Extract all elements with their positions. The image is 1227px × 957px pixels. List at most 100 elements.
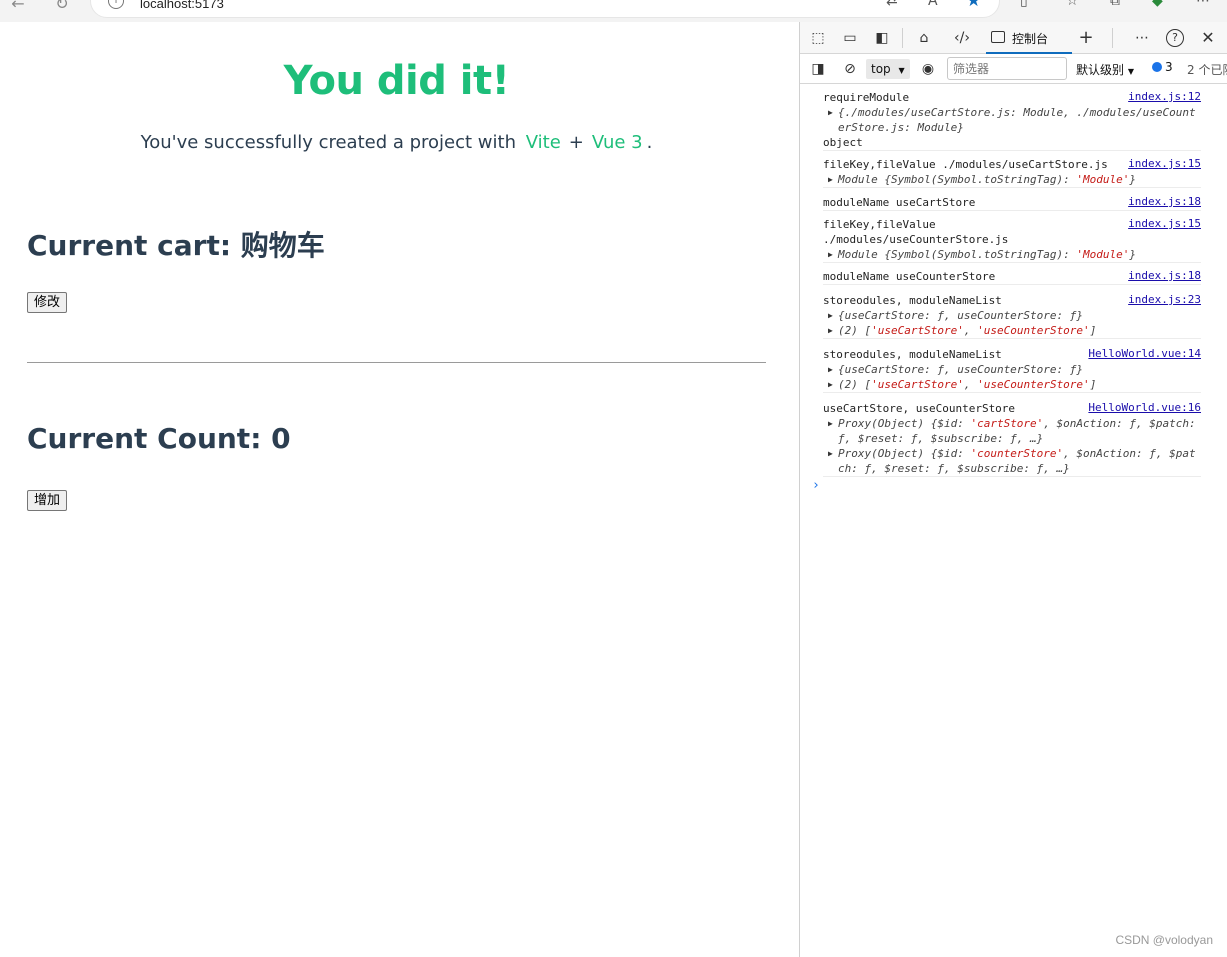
split-screen-icon[interactable]: ▯ (1020, 0, 1028, 9)
filter-input[interactable] (947, 57, 1067, 80)
back-icon[interactable]: ← (8, 0, 28, 14)
console-prompt-icon[interactable]: › (812, 478, 820, 493)
log-object-preview[interactable]: ▶ Module {Symbol(Symbol.toStringTag): 'Mo… (823, 247, 1201, 262)
console-message: index.js:18 moduleName useCounterStore (823, 269, 1201, 285)
object-preview-text: Proxy(Object) {$id: 'cartStore', $onActi… (838, 417, 1196, 430)
log-object-preview[interactable]: ▶ {useCartStore: ƒ, useCounterStore: ƒ} (823, 362, 1201, 377)
expand-triangle-icon[interactable]: ▶ (828, 105, 833, 120)
favorite-star-icon[interactable]: ★ (966, 0, 981, 11)
read-aloud-icon[interactable]: A (928, 0, 938, 9)
source-link[interactable]: index.js:23 (1128, 293, 1201, 306)
devtools-tab-bar: ⬚ ▭ ◧ ⌂ ‹/› 控制台 + ⋯ ? ✕ (800, 22, 1227, 54)
inspect-element-icon[interactable]: ⬚ (808, 28, 828, 48)
modify-button[interactable]: 修改 (27, 292, 68, 313)
welcome-home-icon[interactable]: ⌂ (914, 28, 934, 48)
translate-icon[interactable]: ⇄ (886, 0, 898, 9)
console-output: index.js:12 requireModule ▶ {./modules/useC… (800, 84, 1227, 957)
source-link[interactable]: index.js:18 (1128, 195, 1201, 208)
console-message: HelloWorld.vue:16 useCartStore, useCounte… (823, 401, 1201, 477)
plus-sign: + (568, 132, 584, 153)
clear-console-icon[interactable]: ⊘ (840, 59, 860, 79)
close-devtools-icon[interactable]: ✕ (1198, 28, 1218, 48)
hidden-messages-count: 2 个已隐 (1187, 63, 1227, 77)
issues-count: 3 (1165, 60, 1173, 74)
object-preview-text: Module {Symbol(Symbol.toStringTag): 'Mod… (838, 248, 1137, 261)
collections-icon[interactable]: ⧉ (1110, 0, 1120, 9)
dock-side-icon[interactable]: ◧ (872, 28, 892, 48)
log-object-preview: ƒ, $reset: ƒ, $subscribe: ƒ, …} (823, 431, 1201, 446)
favorites-icon[interactable]: ☆ (1066, 0, 1079, 9)
expand-triangle-icon[interactable]: ▶ (828, 247, 833, 262)
expand-triangle-icon[interactable]: ▶ (828, 416, 833, 431)
log-level-select[interactable]: 默认级别 ▼ (1076, 61, 1134, 78)
console-message: index.js:23 storeodules, moduleNameList ▶{… (823, 293, 1201, 339)
expand-triangle-icon[interactable]: ▶ (828, 323, 833, 338)
source-link[interactable]: HelloWorld.vue:16 (1088, 401, 1201, 414)
expand-triangle-icon[interactable]: ▶ (828, 308, 833, 323)
vite-link[interactable]: Vite (522, 132, 565, 153)
device-emulation-icon[interactable]: ▭ (840, 28, 860, 48)
console-toolbar: ◨ ⊘ top ▼ ◉ 默认级别 ▼ 3 2 个已隐 (800, 54, 1227, 84)
vue-link[interactable]: Vue 3 (588, 132, 647, 153)
expand-triangle-icon[interactable]: ▶ (828, 446, 833, 461)
log-object-preview: erStore.js: Module} (823, 120, 1201, 135)
divider (27, 362, 766, 363)
count-heading: Current Count: 0 (27, 422, 291, 455)
expand-triangle-icon[interactable]: ▶ (828, 172, 833, 187)
log-object-preview[interactable]: ▶ {./modules/useCartStore.js: Module, ./m… (823, 105, 1201, 120)
tab-separator (1112, 28, 1113, 48)
log-object-preview[interactable]: ▶ Module {Symbol(Symbol.toStringTag): 'Mo… (823, 172, 1201, 187)
log-object-preview[interactable]: ▶ (2) ['useCartStore', 'useCounterStore'] (823, 377, 1201, 392)
object-preview-text: {useCartStore: ƒ, useCounterStore: ƒ} (838, 363, 1084, 376)
page-title: You did it! (283, 58, 510, 104)
log-object-preview[interactable]: ▶ Proxy(Object) {$id: 'counterStore', $on… (823, 446, 1201, 461)
address-bar[interactable] (90, 0, 1000, 18)
object-preview-text: erStore.js: Module} (838, 121, 964, 134)
log-level-value: 默认级别 (1076, 63, 1125, 77)
expand-triangle-icon[interactable]: ▶ (828, 362, 833, 377)
issues-badge[interactable]: 3 (1152, 60, 1173, 74)
subtitle: You've successfully created a project wi… (0, 132, 793, 153)
log-object-preview[interactable]: ▶ Proxy(Object) {$id: 'cartStore', $onAct… (823, 416, 1201, 431)
add-tab-icon[interactable]: + (1076, 28, 1096, 48)
object-preview-text: Proxy(Object) {$id: 'counterStore', $onA… (838, 447, 1196, 460)
help-icon[interactable]: ? (1166, 29, 1184, 47)
increment-button[interactable]: 增加 (27, 490, 68, 511)
source-link[interactable]: index.js:15 (1128, 157, 1201, 170)
log-text: object (823, 136, 863, 149)
chevron-down-icon: ▼ (1127, 67, 1134, 76)
object-preview-text: ƒ, $reset: ƒ, $subscribe: ƒ, …} (838, 432, 1044, 445)
context-select[interactable]: top ▼ (866, 59, 910, 79)
elements-tab-icon[interactable]: ‹/› (952, 28, 972, 48)
subtitle-period: . (646, 132, 653, 153)
object-preview-text: Module {Symbol(Symbol.toStringTag): 'Mod… (838, 173, 1137, 186)
devtools-panel: ⬚ ▭ ◧ ⌂ ‹/› 控制台 + ⋯ ? ✕ ◨ ⊘ top ▼ ◉ 默认级别… (799, 22, 1227, 957)
cart-heading: Current cart: 购物车 (27, 229, 325, 262)
console-tab-label: 控制台 (1012, 32, 1049, 46)
console-icon (991, 31, 1005, 43)
console-message: index.js:18 moduleName useCartStore (823, 195, 1201, 211)
source-link[interactable]: index.js:15 (1128, 217, 1201, 230)
refresh-icon[interactable]: ↻ (52, 0, 72, 14)
live-expression-eye-icon[interactable]: ◉ (918, 59, 938, 79)
more-menu-icon[interactable]: ⋯ (1196, 0, 1210, 9)
object-preview-text: {./modules/useCartStore.js: Module, ./mo… (838, 106, 1196, 119)
log-object-preview[interactable]: ▶ (2) ['useCartStore', 'useCounterStore'] (823, 323, 1201, 338)
page-viewport: You did it! You've successfully created … (0, 22, 799, 957)
url-text[interactable]: localhost:5173 (140, 0, 224, 11)
tab-console[interactable]: 控制台 (986, 22, 1072, 54)
console-message: index.js:15 fileKey,fileValue ./modules/us… (823, 217, 1201, 263)
source-link[interactable]: index.js:18 (1128, 269, 1201, 282)
sidebar-toggle-icon[interactable]: ◨ (808, 59, 828, 79)
extension-icon[interactable]: ◆ (1152, 0, 1163, 9)
expand-triangle-icon[interactable]: ▶ (828, 377, 833, 392)
source-link[interactable]: HelloWorld.vue:14 (1088, 347, 1201, 360)
log-object-preview[interactable]: ▶ {useCartStore: ƒ, useCounterStore: ƒ} (823, 308, 1201, 323)
console-message: index.js:12 requireModule ▶ {./modules/useC… (823, 90, 1201, 151)
more-tools-icon[interactable]: ⋯ (1132, 28, 1152, 48)
watermark: CSDN @volodyan (1115, 933, 1213, 947)
console-message: HelloWorld.vue:14 storeodules, moduleName… (823, 347, 1201, 393)
browser-toolbar: ← ↻ i localhost:5173 ⇄ A ★ ▯ ☆ ⧉ ◆ ⋯ (0, 0, 1227, 22)
console-message: index.js:15 fileKey,fileValue ./modules/u… (823, 157, 1201, 188)
source-link[interactable]: index.js:12 (1128, 90, 1201, 103)
